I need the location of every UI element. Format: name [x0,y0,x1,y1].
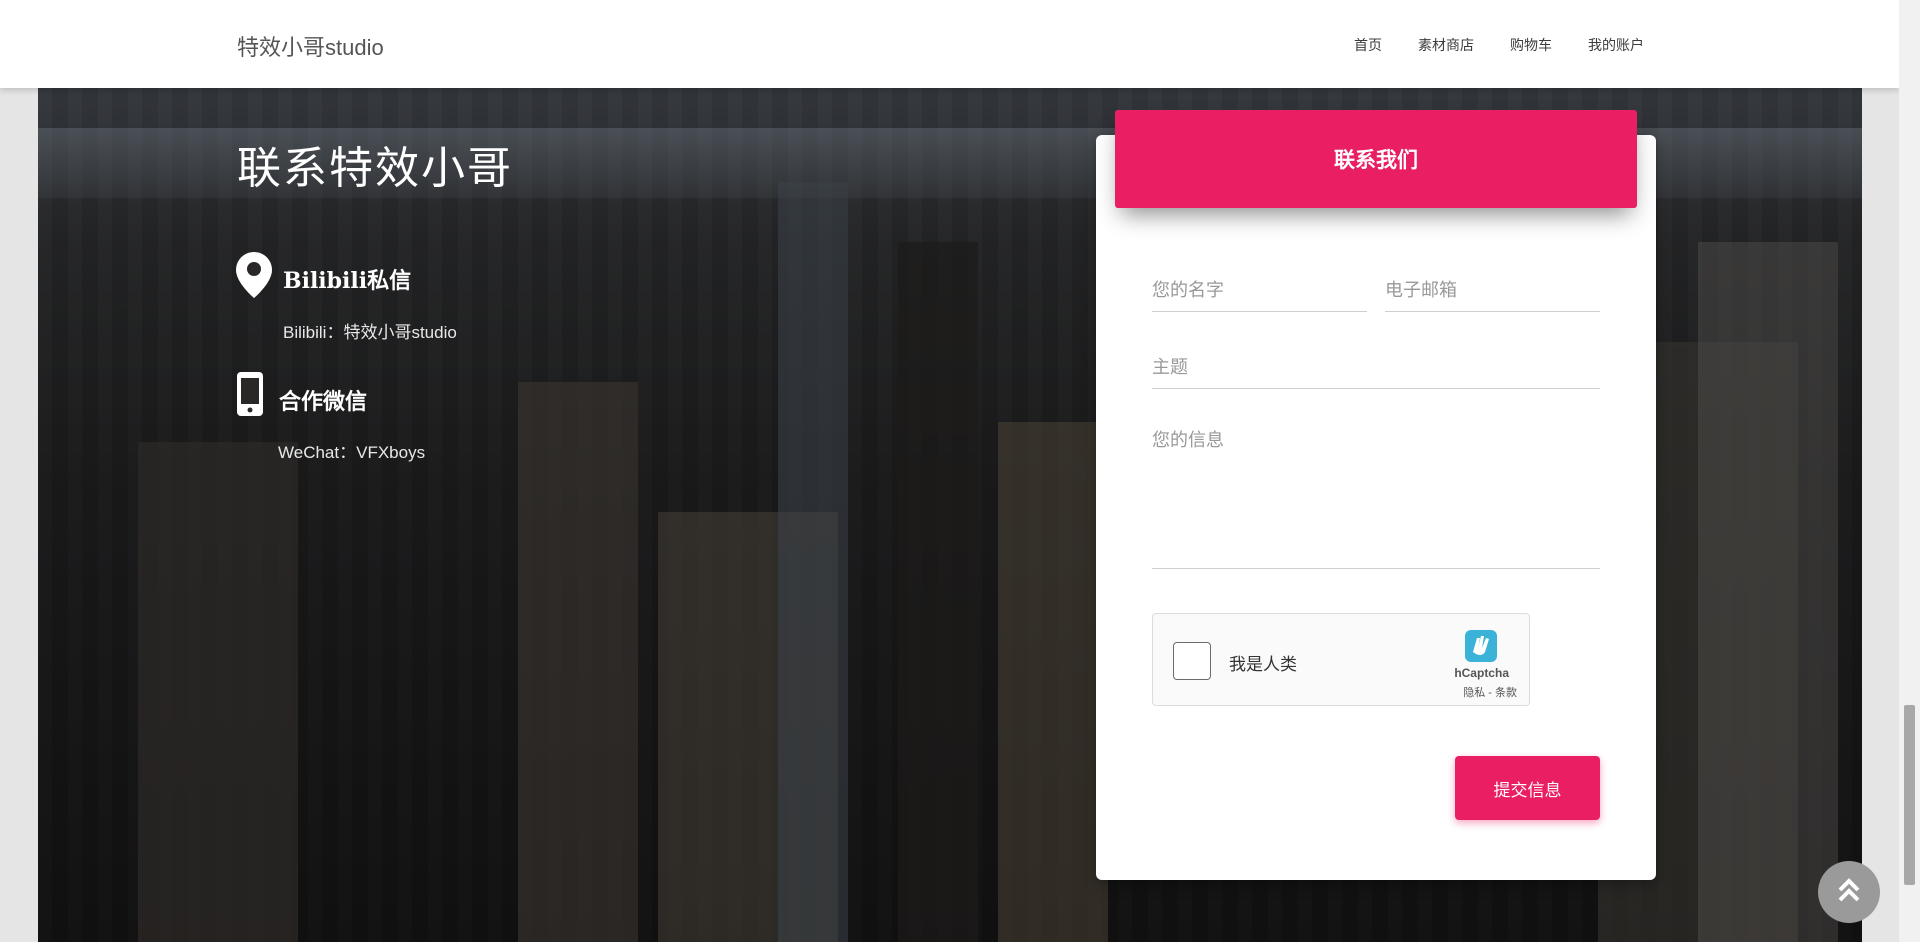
map-pin-icon [236,252,272,303]
main-nav: 首页 素材商店 购物车 我的账户 [1354,35,1644,55]
nav-cart[interactable]: 购物车 [1510,35,1552,55]
page-scrollbar[interactable] [1899,0,1920,942]
contact-title: 联系特效小哥 [237,143,513,194]
background-building [778,182,848,942]
back-to-top-button[interactable] [1818,861,1880,923]
subject-input[interactable] [1152,347,1600,389]
background-building [518,382,638,942]
nav-home[interactable]: 首页 [1354,35,1382,55]
wechat-heading: 合作微信 [279,389,368,415]
hcaptcha-widget: 我是人类 hCaptcha 隐私 - 条款 [1152,613,1530,706]
bilibili-heading: Bilibili私信 [283,268,412,294]
scrollbar-thumb[interactable] [1904,705,1915,885]
contact-form-header: 联系我们 [1115,110,1637,208]
bilibili-text: Bilibili：特效小哥studio [283,323,457,342]
nav-my-account[interactable]: 我的账户 [1588,35,1644,55]
background-building [1698,242,1838,942]
captcha-links[interactable]: 隐私 - 条款 [1463,684,1517,700]
hcaptcha-logo-icon [1461,626,1501,666]
submit-button[interactable]: 提交信息 [1455,756,1600,820]
brand-logo-text[interactable]: 特效小哥studio [237,30,384,62]
background-building [998,422,1108,942]
captcha-checkbox[interactable] [1173,642,1211,680]
background-building [138,442,298,942]
email-input[interactable] [1385,270,1600,312]
double-chevron-up-icon [1837,877,1861,908]
top-navbar: 特效小哥studio 首页 素材商店 购物车 我的账户 [0,0,1899,88]
background-building [898,242,978,942]
wechat-text: WeChat：VFXboys [278,443,426,462]
nav-asset-store[interactable]: 素材商店 [1418,35,1474,55]
captcha-label: 我是人类 [1229,655,1297,674]
captcha-brand: hCaptcha [1454,666,1509,680]
name-input[interactable] [1152,270,1367,312]
mobile-phone-icon [236,371,264,422]
message-textarea[interactable] [1152,426,1600,569]
